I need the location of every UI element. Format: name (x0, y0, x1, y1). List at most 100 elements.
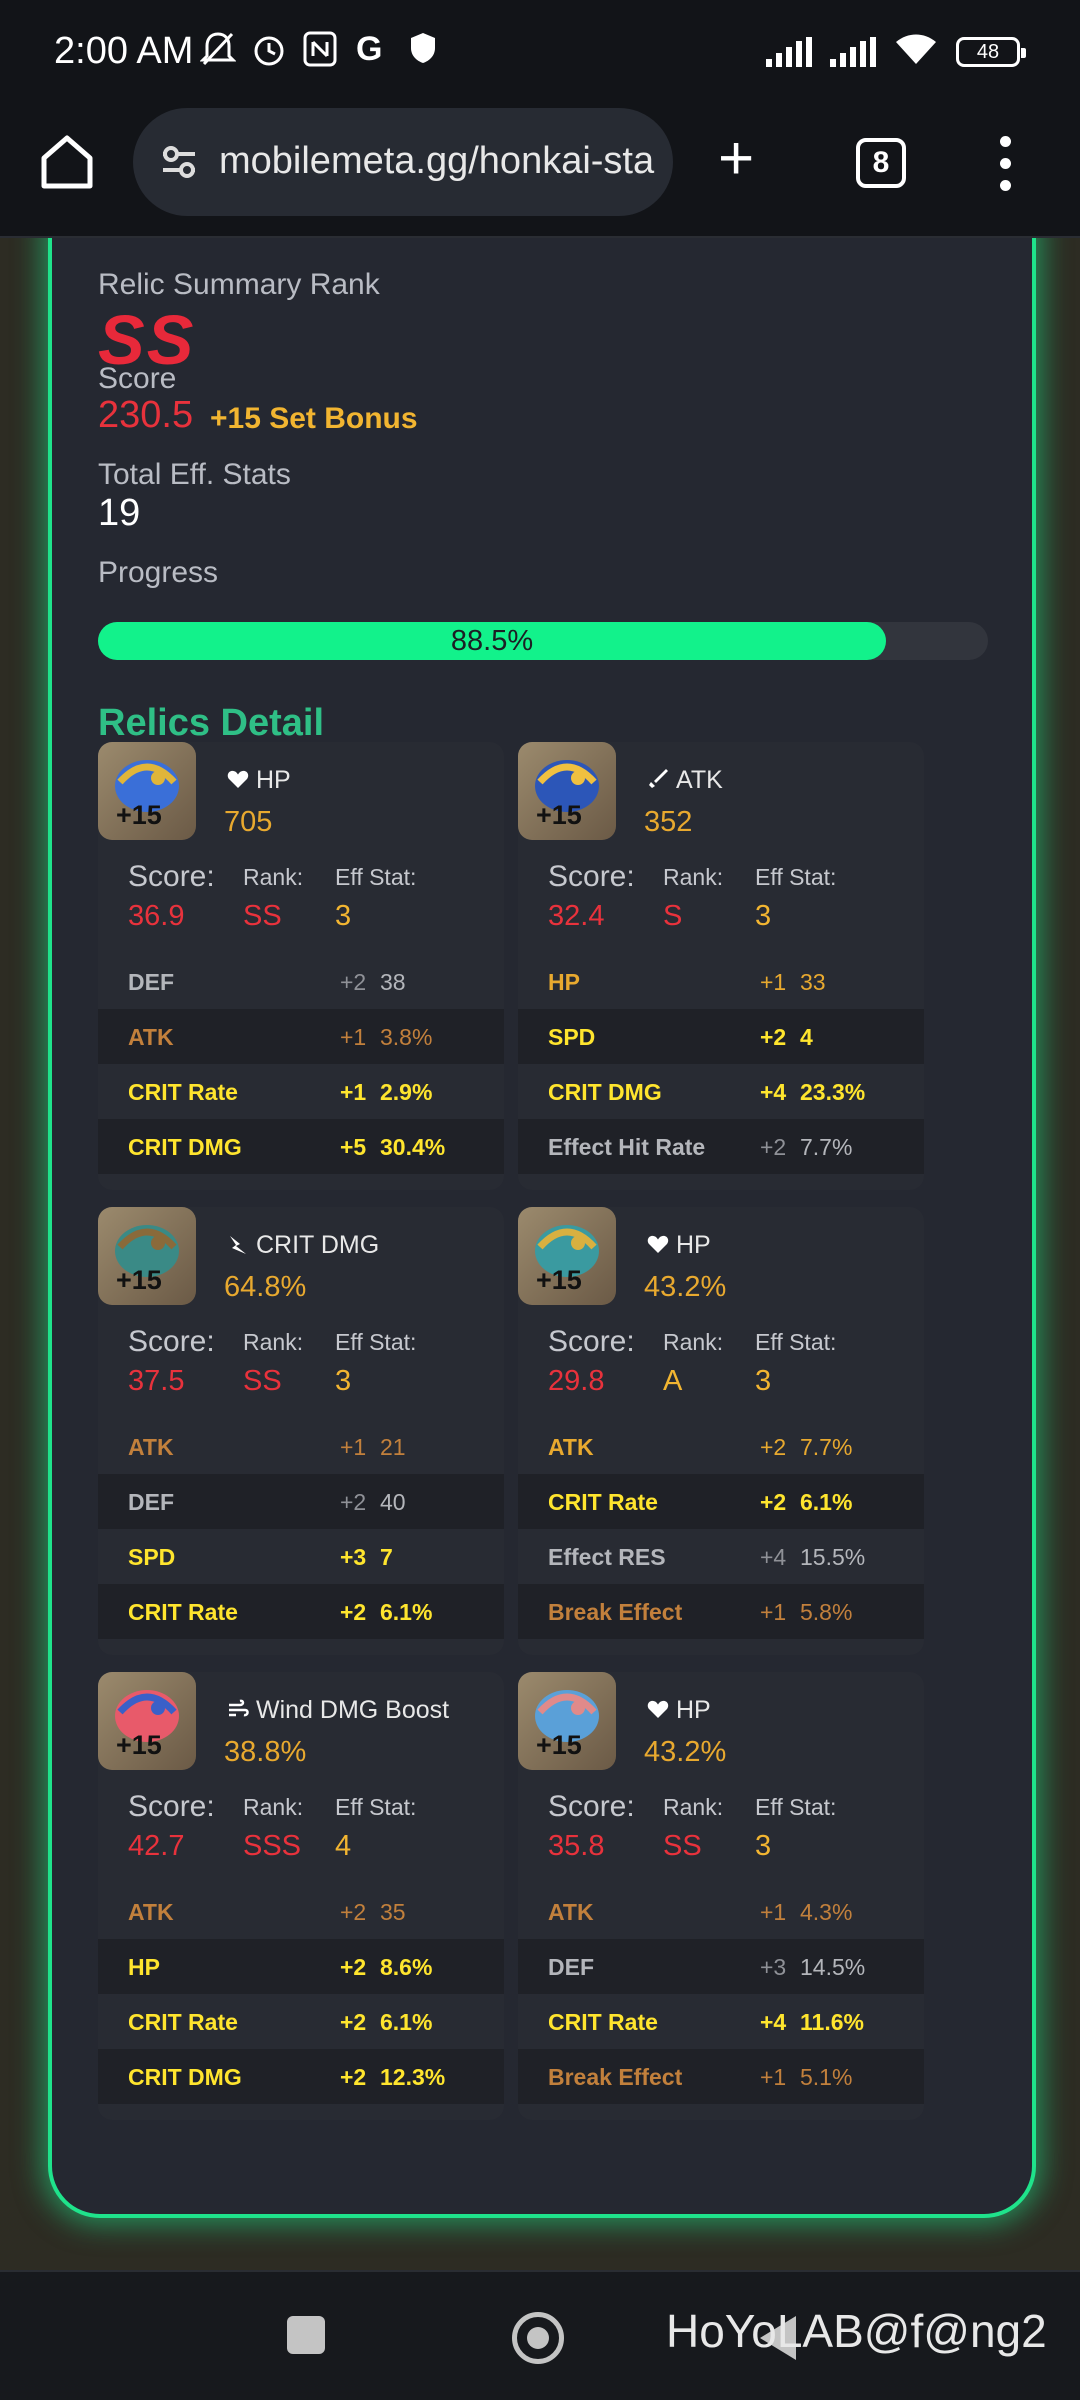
substat-row: Break Effect +1 5.1% (518, 2049, 924, 2104)
substat-row: SPD +2 4 (518, 1009, 924, 1064)
address-bar[interactable]: mobilemeta.gg/honkai-sta (133, 108, 673, 216)
main-stat-label: HP (256, 766, 291, 794)
relic-card: +15 ATK 352 Score: Rank: Eff Stat: 32.4 S 3 HP … (518, 742, 924, 1190)
substat-row: Break Effect +1 5.8% (518, 1584, 924, 1639)
relic-level: +15 (116, 1730, 162, 1760)
substat-name: HP (548, 969, 580, 995)
score-label: Score: (548, 1325, 635, 1358)
relic-image: +15 (518, 1672, 616, 1770)
eff-stat-label: Eff Stat: (335, 1329, 417, 1355)
browser-toolbar: mobilemeta.gg/honkai-sta + 8 (0, 108, 1080, 238)
substat-row: CRIT DMG +2 12.3% (98, 2049, 504, 2104)
substat-name: CRIT Rate (128, 1079, 238, 1105)
substat-roll: +1 (760, 2064, 787, 2090)
substat-value: 7.7% (800, 1434, 853, 1460)
score-label: Score: (548, 1790, 635, 1823)
main-stat-label: Wind DMG Boost (256, 1696, 450, 1724)
substat-name: ATK (548, 1434, 594, 1460)
url-text[interactable]: mobilemeta.gg/honkai-sta (219, 140, 654, 183)
substat-roll: +4 (760, 1544, 787, 1570)
substat-row: HP +1 33 (518, 954, 924, 1009)
substat-roll: +2 (760, 1024, 787, 1050)
score-label: Score (98, 362, 177, 395)
more-menu-icon[interactable] (1000, 136, 1014, 192)
home-icon[interactable] (36, 130, 98, 200)
substat-value: 3.8% (380, 1024, 433, 1050)
substat-value: 30.4% (380, 1134, 446, 1160)
substat-name: DEF (548, 1954, 594, 1980)
substat-name: CRIT DMG (128, 1134, 242, 1160)
substat-roll: +2 (760, 1434, 787, 1460)
substat-roll: +4 (760, 1079, 787, 1105)
tune-icon[interactable] (155, 138, 203, 186)
substat-value: 5.8% (800, 1599, 853, 1625)
substat-row: ATK +1 4.3% (518, 1884, 924, 1939)
substat-row: DEF +2 40 (98, 1474, 504, 1529)
substat-roll: +2 (340, 1954, 367, 1980)
substat-value: 7.7% (800, 1134, 853, 1160)
relic-eff-stat: 3 (335, 900, 352, 932)
relic-score: 29.8 (548, 1365, 605, 1397)
eff-stat-label: Eff Stat: (755, 864, 837, 890)
score-label: Score: (128, 1325, 215, 1358)
eff-stat-label: Eff Stat: (335, 864, 417, 890)
relic-eff-stat: 3 (755, 1365, 772, 1397)
rank-label: Rank: (243, 1794, 304, 1820)
rank-label: Rank: (663, 1794, 724, 1820)
substat-value: 11.6% (800, 2009, 864, 2035)
main-stat-name: HP (226, 766, 291, 795)
eff-stat-label: Eff Stat: (335, 1794, 417, 1820)
relic-score: 37.5 (128, 1365, 185, 1397)
watermark: HoYoLAB@f@ng2 (666, 2305, 1047, 2357)
substat-name: ATK (128, 1899, 174, 1925)
nfc-icon (302, 30, 338, 77)
crit-dmg-icon (226, 1231, 256, 1259)
substat-row: Effect Hit Rate +2 7.7% (518, 1119, 924, 1174)
progress-label: Progress (98, 556, 219, 589)
page-content: Relic Summary Rank SS Score 230.5 +15 Se… (0, 238, 1080, 2270)
substat-row: ATK +1 21 (98, 1419, 504, 1474)
relic-score: 36.9 (128, 900, 185, 932)
relic-eff-stat: 3 (755, 900, 772, 932)
rank-label: Relic Summary Rank (98, 268, 380, 301)
score-label: Score: (128, 1790, 215, 1823)
relic-eff-stat: 3 (335, 1365, 352, 1397)
tab-switcher-button[interactable]: 8 (856, 138, 906, 188)
substat-roll: +2 (340, 1899, 367, 1925)
substat-value: 4.3% (800, 1899, 853, 1925)
substat-name: CRIT DMG (128, 2064, 242, 2090)
substat-roll: +1 (340, 1079, 367, 1105)
substat-value: 35 (380, 1899, 406, 1925)
substat-name: ATK (548, 1899, 594, 1925)
substat-value: 2.9% (380, 1079, 433, 1105)
substat-name: SPD (548, 1024, 596, 1050)
relic-level: +15 (536, 1265, 582, 1295)
substat-value: 21 (380, 1434, 406, 1460)
relic-level: +15 (536, 800, 582, 830)
substat-row: Effect RES +4 15.5% (518, 1529, 924, 1584)
relic-image: +15 (518, 1207, 616, 1305)
substat-row: CRIT DMG +4 23.3% (518, 1064, 924, 1119)
new-tab-button[interactable]: + (718, 128, 754, 190)
substat-roll: +3 (340, 1544, 367, 1570)
main-stat-value: 705 (224, 806, 273, 838)
eff-stats-label: Total Eff. Stats (98, 458, 291, 491)
progress-bar: 88.5% (98, 622, 988, 660)
substat-name: DEF (128, 969, 174, 995)
home-button[interactable] (512, 2312, 564, 2364)
substat-value: 14.5% (800, 1954, 866, 1980)
substat-value: 4 (800, 1024, 813, 1050)
recents-button[interactable] (287, 2316, 325, 2354)
relic-card: +15 HP 43.2% Score: Rank: Eff Stat: 29.8 A 3 AT… (518, 1207, 924, 1655)
score-bonus: +15 Set Bonus (210, 402, 418, 435)
substat-row: ATK +2 35 (98, 1884, 504, 1939)
substat-row: HP +2 8.6% (98, 1939, 504, 1994)
shield-icon (408, 30, 438, 75)
signal-icon (766, 36, 812, 67)
relic-level: +15 (536, 1730, 582, 1760)
substat-value: 8.6% (380, 1954, 433, 1980)
substat-value: 6.1% (380, 2009, 433, 2035)
substat-name: CRIT Rate (548, 1489, 658, 1515)
substat-name: SPD (128, 1544, 176, 1570)
google-icon: G (356, 30, 383, 68)
